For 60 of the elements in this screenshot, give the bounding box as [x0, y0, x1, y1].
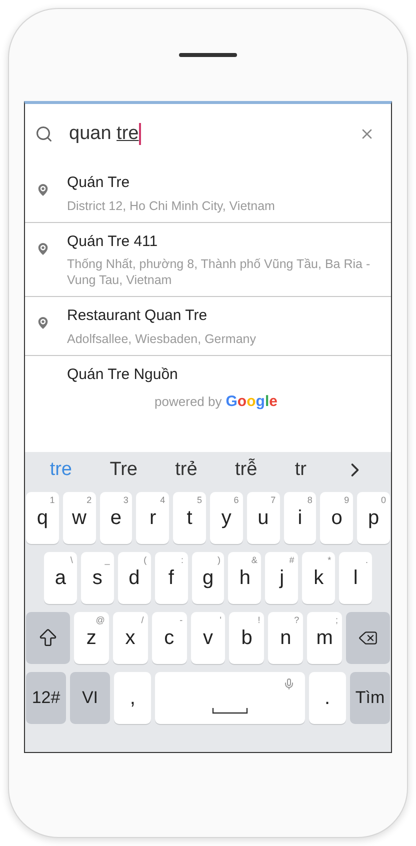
keyboard-key[interactable]: s _ [80, 552, 114, 604]
keyboard-key[interactable]: z @ [74, 612, 109, 664]
place-result[interactable]: Quán Tre 411 Thống Nhất, phường 8, Thành phố Vũng Tầu, Ba Ria - Vung Tau, Vietnam [25, 222, 391, 297]
keyboard-key[interactable]: a \ [44, 552, 77, 604]
place-name: Quán Tre [67, 173, 131, 193]
word-suggestion[interactable]: trẻ [175, 456, 198, 484]
location-pin-icon [35, 240, 51, 256]
place-name: Quán Tre 411 [67, 232, 159, 252]
search-field[interactable]: quan tre [69, 120, 343, 148]
place-address: District 12, Ho Chi Minh City, Vietnam [67, 198, 276, 214]
keyboard-key[interactable]: t 5 [173, 492, 206, 544]
location-pin-icon [35, 315, 51, 331]
text-cursor [138, 123, 141, 145]
keyboard-key[interactable]: u 7 [246, 492, 280, 544]
keyboard-key[interactable]: x / [112, 612, 148, 664]
keyboard-key[interactable]: 12# [26, 672, 66, 724]
keyboard-key[interactable]: e 3 [100, 492, 132, 544]
keyboard-key[interactable]: w 2 [62, 492, 96, 544]
keyboard-key[interactable]: j # [265, 552, 298, 604]
space-bar-icon [212, 708, 248, 714]
keyboard-key[interactable]: v ' [190, 612, 226, 664]
place-address: Thống Nhất, phường 8, Thành phố Vũng Tầu, Ba Ria - Vung Tau, Vietnam [67, 256, 372, 288]
backspace-key[interactable] [346, 612, 390, 664]
keyboard-key[interactable]: g ) [192, 552, 224, 604]
google-wordmark: Google [226, 392, 278, 412]
search-icon [35, 125, 53, 143]
keyboard-key[interactable]: f : [154, 552, 188, 604]
keyboard-key[interactable]: h & [228, 552, 262, 604]
keyboard-key[interactable]: r 4 [136, 492, 170, 544]
keyboard-key[interactable]: c - [152, 612, 187, 664]
keyboard-key[interactable]: q 1 [26, 492, 59, 544]
place-address: Adolfsallee, Wiesbaden, Germany [67, 330, 257, 346]
attribution-text: powered by [154, 393, 222, 411]
keyboard-key[interactable]: o 9 [320, 492, 354, 544]
keyboard-key[interactable]: . [308, 672, 346, 724]
keyboard-key[interactable]: m ; [307, 612, 342, 664]
shift-key[interactable] [26, 612, 70, 664]
keyboard-key[interactable]: l . [339, 552, 372, 604]
keyboard-key[interactable]: n ? [268, 612, 304, 664]
keyboard-key[interactable]: k * [302, 552, 336, 604]
keyboard-key[interactable]: d ( [118, 552, 151, 604]
place-result[interactable]: Restaurant Quan Tre Adolfsallee, Wiesbaden, Germany [25, 297, 391, 356]
keyboard-key[interactable]: p 0 [357, 492, 390, 544]
microphone-icon [282, 678, 295, 690]
location-pin-icon [35, 182, 51, 198]
place-result[interactable]: Quán Tre District 12, Ho Chi Minh City, Vietnam [25, 164, 391, 222]
keyboard-key[interactable]: i 8 [284, 492, 316, 544]
shift-icon [37, 627, 59, 649]
phone-speaker [179, 53, 237, 57]
word-suggestion[interactable]: Tre [110, 456, 138, 484]
place-result[interactable]: Quán Tre Nguồn powered by Google [25, 356, 391, 452]
place-name: Quán Tre Nguồn [67, 364, 179, 384]
keyboard-key[interactable]: b ! [229, 612, 264, 664]
place-name: Restaurant Quan Tre [67, 306, 208, 326]
keyboard-key[interactable]: y 6 [210, 492, 243, 544]
keyboard-key[interactable]: VI [70, 672, 110, 724]
keyboard-key[interactable]: , [114, 672, 152, 724]
word-suggestion[interactable]: trễ [235, 456, 258, 484]
word-suggestion[interactable]: tr [294, 456, 306, 484]
keyboard-key[interactable]: Tìm [350, 672, 390, 724]
